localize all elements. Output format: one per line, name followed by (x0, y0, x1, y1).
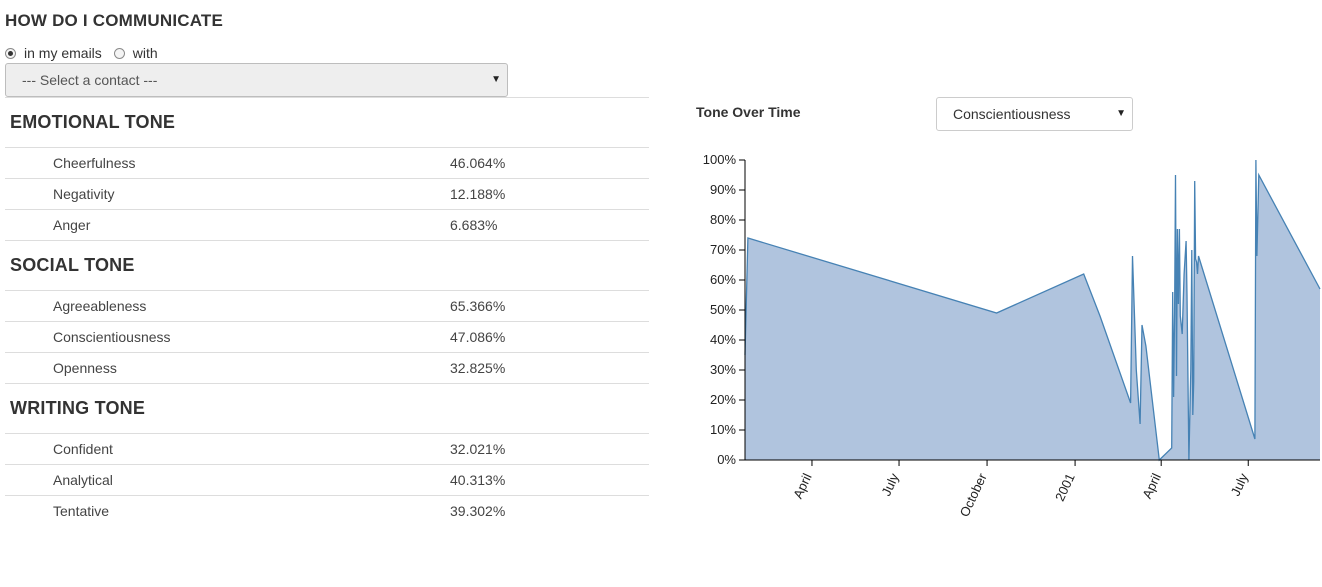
y-tick-label: 90% (710, 182, 736, 197)
radio-in-my-emails-label[interactable]: in my emails (24, 45, 102, 61)
tone-name: Analytical (53, 472, 113, 488)
divider (5, 383, 649, 384)
tone-name: Confident (53, 441, 113, 457)
tone-row-tentative: Tentative 39.302% (5, 496, 649, 526)
page: HOW DO I COMMUNICATE in my emails with -… (0, 0, 1322, 587)
tone-value: 46.064% (450, 155, 506, 171)
radio-with-label[interactable]: with (133, 45, 158, 61)
y-tick-label: 40% (710, 332, 736, 347)
y-tick-label: 30% (710, 362, 736, 377)
y-tick-label: 50% (710, 302, 736, 317)
tone-select-value: Conscientiousness (953, 106, 1071, 122)
tone-value: 6.683% (450, 217, 498, 233)
tone-name: Cheerfulness (53, 155, 136, 171)
divider (5, 97, 649, 98)
tone-name: Conscientiousness (53, 329, 171, 345)
tone-row-cheerfulness: Cheerfulness 46.064% (5, 148, 649, 178)
tone-value: 39.302% (450, 503, 506, 519)
tone-row-anger: Anger 6.683% (5, 210, 649, 240)
tone-select[interactable]: Conscientiousness ▼ (936, 97, 1133, 131)
tone-name: Negativity (53, 186, 115, 202)
tone-name: Tentative (53, 503, 110, 519)
chart-title: Tone Over Time (696, 104, 801, 120)
tone-row-conscientiousness: Conscientiousness 47.086% (5, 322, 649, 352)
tone-value: 32.825% (450, 360, 506, 376)
page-title: HOW DO I COMMUNICATE (5, 11, 224, 30)
x-tick-label: July (878, 470, 902, 498)
y-tick-label: 10% (710, 422, 736, 437)
tone-row-openness: Openness 32.825% (5, 353, 649, 383)
x-tick-label: 2001 (1052, 471, 1078, 504)
series-area (745, 160, 1320, 460)
tone-value: 47.086% (450, 329, 506, 345)
radio-in-my-emails[interactable] (5, 47, 16, 59)
y-tick-label: 0% (717, 452, 736, 467)
tone-over-time-chart: 0% 10% 20% 30% 40% 50% 60% 70% 80% 90% 100% April Ju… (703, 152, 1321, 519)
tone-row-confident: Confident 32.021% (5, 434, 649, 464)
caret-down-icon: ▼ (491, 74, 501, 85)
section-title-emotional-tone: EMOTIONAL TONE (10, 112, 176, 132)
tone-name: Anger (53, 217, 91, 233)
tone-value: 40.313% (450, 472, 506, 488)
y-tick-label: 70% (710, 242, 736, 257)
tone-value: 65.366% (450, 298, 506, 314)
section-title-writing-tone: WRITING TONE (10, 398, 146, 418)
y-tick-label: 100% (703, 152, 737, 167)
radio-with[interactable] (113, 47, 125, 59)
tone-name: Agreeableness (53, 298, 147, 314)
section-title-social-tone: SOCIAL TONE (10, 255, 135, 275)
divider (5, 240, 649, 241)
x-tick-label: July (1228, 470, 1252, 498)
mode-radio-group: in my emails with (5, 45, 170, 61)
x-tick-label: October (957, 470, 990, 519)
y-tick-label: 80% (710, 212, 736, 227)
x-tick-label: April (1139, 471, 1164, 501)
caret-down-icon: ▼ (1116, 108, 1126, 119)
tone-value: 12.188% (450, 186, 506, 202)
y-tick-label: 60% (710, 272, 736, 287)
tone-row-analytical: Analytical 40.313% (5, 465, 649, 495)
tone-row-negativity: Negativity 12.188% (5, 179, 649, 209)
contact-select[interactable]: --- Select a contact --- ▼ (5, 63, 508, 97)
tone-row-agreeableness: Agreeableness 65.366% (5, 291, 649, 321)
tone-value: 32.021% (450, 441, 506, 457)
contact-select-value: --- Select a contact --- (22, 72, 158, 88)
tone-name: Openness (53, 360, 117, 376)
y-tick-label: 20% (710, 392, 736, 407)
x-tick-label: April (790, 471, 815, 501)
